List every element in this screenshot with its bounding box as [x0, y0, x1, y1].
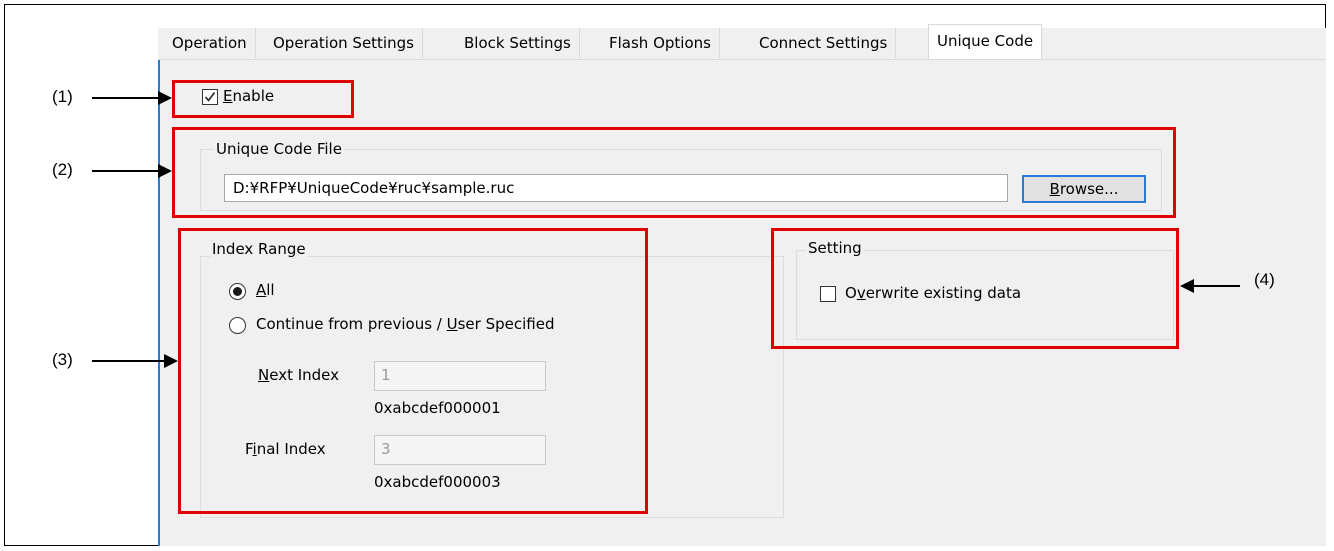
- arrow-icon-2: [92, 164, 172, 178]
- arrow-icon-3: [92, 354, 178, 368]
- arrow-icon-4: [1180, 279, 1240, 293]
- arrow-icon-1: [92, 91, 172, 105]
- callout-arrows: [92, 91, 1240, 368]
